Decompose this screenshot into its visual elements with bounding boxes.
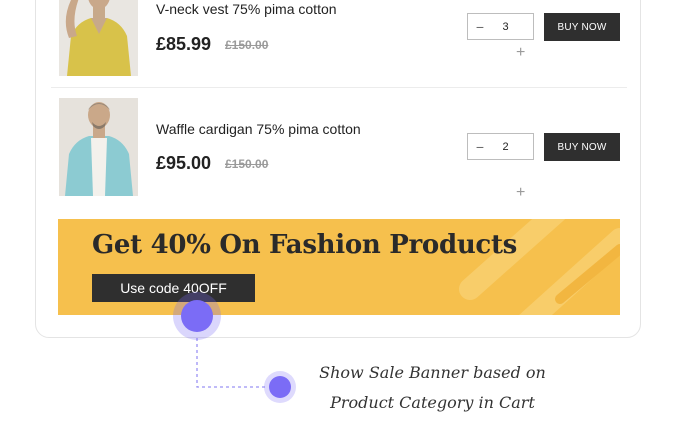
hotspot-marker[interactable] [173, 292, 221, 340]
annotation-note: Show Sale Banner based on Product Catego… [300, 358, 565, 418]
annotation-line-1: Show Sale Banner based on [319, 363, 546, 382]
annotation-marker [264, 371, 296, 403]
annotation-line-2: Product Category in Cart [330, 393, 535, 412]
